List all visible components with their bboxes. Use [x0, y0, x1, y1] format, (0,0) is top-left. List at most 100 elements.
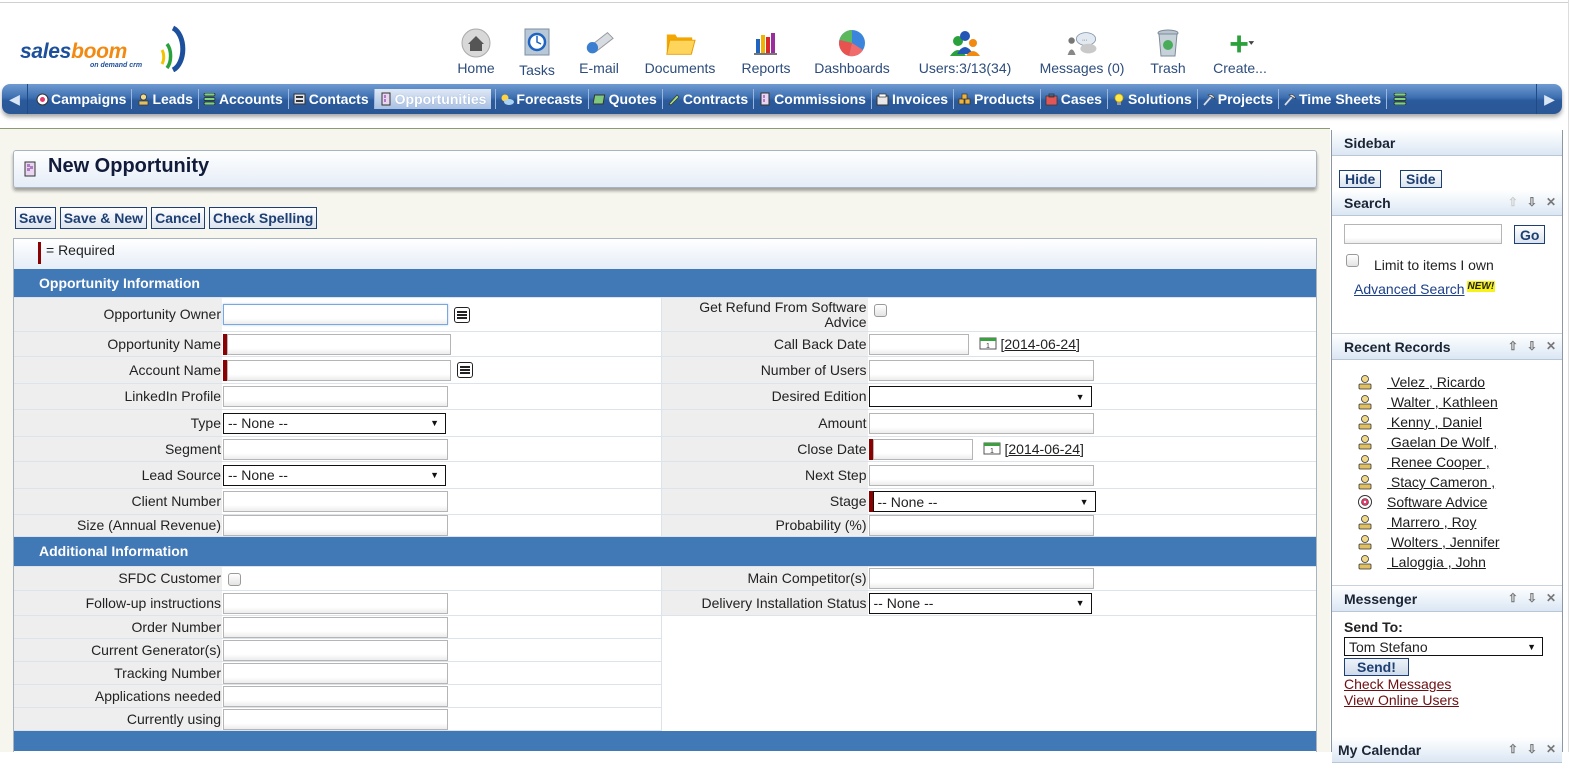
limit-to-my-items-checkbox[interactable]	[1346, 254, 1359, 267]
account-name-input[interactable]	[227, 359, 451, 381]
recent-record-link[interactable]: Software Advice	[1387, 494, 1487, 510]
move-up-icon[interactable]: ⇧	[1508, 742, 1518, 756]
client-number-input[interactable]	[223, 491, 448, 512]
stage-select[interactable]: -- None -- ▼	[872, 491, 1096, 512]
close-icon[interactable]: ✕	[1546, 591, 1556, 605]
topnav-documents[interactable]: Documents	[630, 28, 730, 80]
close-icon[interactable]: ✕	[1546, 339, 1556, 353]
send-message-button[interactable]: Send!	[1344, 658, 1409, 676]
recent-record-item[interactable]: Velez , Ricardo	[1332, 372, 1562, 392]
recent-record-link[interactable]: Marrero , Roy	[1387, 514, 1477, 530]
sidebar-side-button[interactable]: Side	[1400, 170, 1442, 188]
close-date-today-link[interactable]: [2014-06-24]	[1005, 441, 1084, 457]
tab-cases[interactable]: Cases	[1039, 89, 1107, 109]
tabs-scroll-left-button[interactable]: ◀	[2, 84, 28, 114]
recent-record-item[interactable]: Walter , Kathleen	[1332, 392, 1562, 412]
tab-contracts[interactable]: Contracts	[661, 89, 753, 109]
delivery-installation-status-select[interactable]: -- None -- ▼	[868, 592, 1092, 614]
recent-record-item[interactable]: Marrero , Roy	[1332, 512, 1562, 532]
topnav-dashboards[interactable]: Dashboards	[802, 28, 902, 80]
applications-needed-input[interactable]	[223, 685, 448, 707]
main-competitor-s-input[interactable]	[868, 568, 1094, 589]
lookup-list-icon[interactable]	[454, 306, 470, 323]
tab-accounts[interactable]: Accounts	[197, 89, 288, 109]
tab-contacts[interactable]: Contacts	[287, 89, 374, 109]
topnav-tasks[interactable]: Tasks	[506, 28, 568, 80]
tab-leads[interactable]: Leads	[131, 89, 197, 109]
recent-record-link[interactable]: Walter , Kathleen	[1387, 394, 1498, 410]
tab-products[interactable]: Products	[953, 89, 1040, 109]
lookup-list-icon[interactable]	[457, 362, 473, 378]
move-down-icon[interactable]: ⇩	[1527, 742, 1537, 756]
sfdc-customer-checkbox[interactable]	[228, 573, 241, 586]
recent-record-link[interactable]: Laloggia , John	[1387, 554, 1486, 570]
sidebar-hide-button[interactable]: Hide	[1339, 170, 1382, 188]
move-up-icon[interactable]: ⇧	[1508, 591, 1518, 605]
scrollbar-thumb[interactable]	[1572, 20, 1585, 720]
recent-record-item[interactable]: Kenny , Daniel	[1332, 412, 1562, 432]
segment-input[interactable]	[223, 438, 448, 460]
move-down-icon[interactable]: ⇩	[1527, 339, 1537, 353]
recent-record-link[interactable]: Velez , Ricardo	[1387, 374, 1485, 390]
recent-record-link[interactable]: Stacy Cameron ,	[1387, 474, 1495, 490]
tab-projects[interactable]: Projects	[1196, 89, 1278, 109]
tab-invoices[interactable]: Invoices	[870, 89, 953, 109]
move-down-icon[interactable]: ⇩	[1527, 195, 1537, 209]
topnav-create[interactable]: Create...	[1200, 28, 1280, 80]
move-up-icon[interactable]: ⇧	[1508, 339, 1518, 353]
check-spelling-button[interactable]: Check Spelling	[209, 207, 318, 229]
advanced-search-link[interactable]: Advanced Search	[1354, 281, 1465, 297]
recent-record-item[interactable]: Renee Cooper ,	[1332, 452, 1562, 472]
current-generator-s-input[interactable]	[223, 639, 448, 661]
calendar-icon[interactable]: 1	[979, 336, 997, 353]
tabs-more-button[interactable]	[1386, 89, 1415, 109]
search-go-button[interactable]: Go	[1514, 225, 1546, 244]
topnav-users[interactable]: Users:3/13(34)	[902, 28, 1028, 80]
recent-record-item[interactable]: Stacy Cameron ,	[1332, 472, 1562, 492]
call-back-date-input[interactable]	[868, 333, 969, 355]
move-down-icon[interactable]: ⇩	[1527, 591, 1537, 605]
recent-record-link[interactable]: Renee Cooper ,	[1387, 454, 1490, 470]
probability-input[interactable]	[868, 515, 1094, 536]
calendar-icon[interactable]: 1	[983, 441, 1001, 458]
salesboom-logo[interactable]: salesboom on demand crm	[18, 22, 193, 72]
recent-record-item[interactable]: Software Advice	[1332, 492, 1562, 512]
tab-forecasts[interactable]: Forecasts	[495, 89, 587, 109]
save-and-new-button[interactable]: Save & New	[59, 207, 148, 229]
recent-record-link[interactable]: Gaelan De Wolf ,	[1387, 434, 1497, 450]
recipient-select[interactable]: Tom Stefano ▼	[1344, 637, 1543, 656]
desired-edition-select[interactable]: ▼	[868, 386, 1092, 407]
tab-commissions[interactable]: Commissions	[753, 89, 871, 109]
call-back-date-today-link[interactable]: [2014-06-24]	[1001, 336, 1080, 352]
close-icon[interactable]: ✕	[1546, 742, 1556, 756]
recent-record-link[interactable]: Wolters , Jennifer	[1387, 534, 1500, 550]
recent-record-link[interactable]: Kenny , Daniel	[1387, 414, 1482, 430]
tab-solutions[interactable]: Solutions	[1106, 89, 1197, 109]
tabs-scroll-right-button[interactable]: ▶	[1536, 84, 1562, 114]
next-step-input[interactable]	[868, 464, 1094, 486]
amount-input[interactable]	[868, 412, 1094, 434]
tracking-number-input[interactable]	[223, 662, 448, 684]
tab-campaigns[interactable]: Campaigns	[31, 89, 131, 109]
currently-using-input[interactable]	[223, 708, 448, 730]
page-scrollbar[interactable]	[1568, 0, 1587, 752]
topnav-trash[interactable]: Trash	[1136, 28, 1200, 80]
opportunity-owner-input[interactable]	[223, 304, 448, 325]
save-button[interactable]: Save	[15, 207, 56, 229]
linkedin-profile-input[interactable]	[223, 386, 448, 407]
topnav-home[interactable]: Home	[446, 28, 506, 80]
size-annual-revenue-input[interactable]	[223, 515, 448, 536]
view-online-users-link[interactable]: View Online Users	[1344, 692, 1459, 708]
move-up-icon[interactable]: ⇧	[1508, 195, 1518, 209]
cancel-button[interactable]: Cancel	[151, 207, 205, 229]
follow-up-instructions-input[interactable]	[223, 592, 448, 614]
opportunity-name-input[interactable]	[227, 333, 451, 355]
topnav-messages[interactable]: ... Messages (0)	[1028, 28, 1136, 80]
order-number-input[interactable]	[223, 616, 448, 638]
check-messages-link[interactable]: Check Messages	[1344, 676, 1451, 692]
topnav-email[interactable]: E-mail	[568, 28, 630, 80]
tab-quotes[interactable]: Quotes	[587, 89, 662, 109]
recent-record-item[interactable]: Gaelan De Wolf ,	[1332, 432, 1562, 452]
close-date-input[interactable]	[872, 438, 973, 460]
number-of-users-input[interactable]	[868, 359, 1094, 381]
